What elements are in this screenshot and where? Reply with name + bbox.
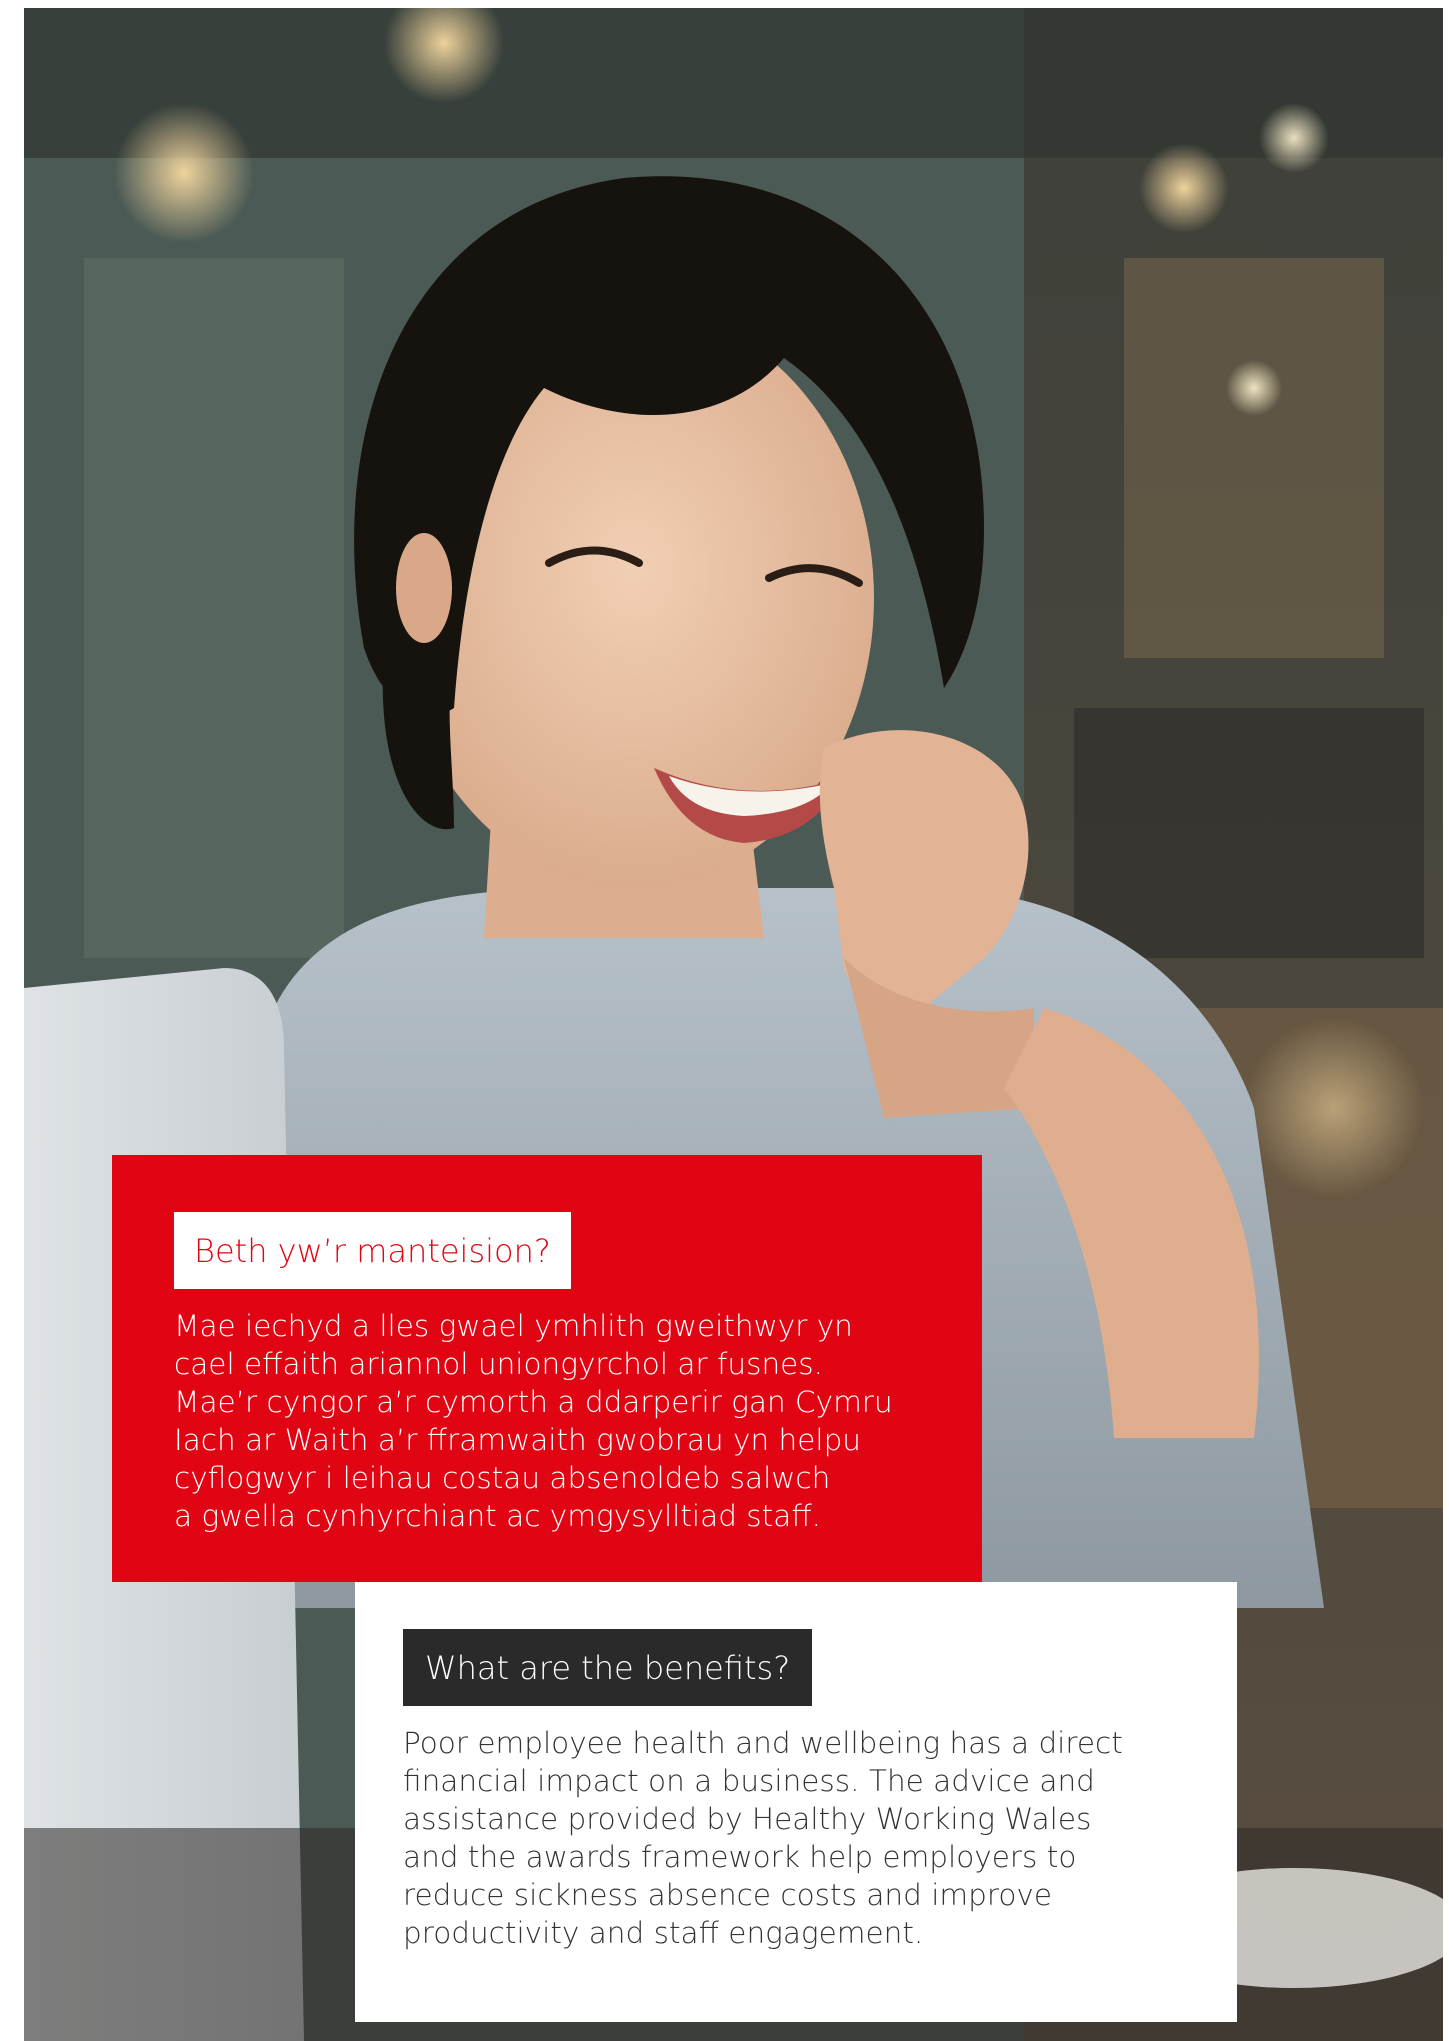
english-body-line: and the awards framework help employers … <box>403 1840 1077 1874</box>
english-benefits-panel: What are the benefits? Poor employee hea… <box>355 1582 1237 2022</box>
welsh-heading: Beth yw’r manteision? <box>194 1231 551 1270</box>
welsh-benefits-panel: Beth yw’r manteision? Mae iechyd a lles … <box>112 1155 982 1582</box>
welsh-body-line: Iach ar Waith a’r fframwaith gwobrau yn … <box>174 1423 861 1457</box>
welsh-heading-box: Beth yw’r manteision? <box>174 1212 571 1289</box>
welsh-body-line: Mae iechyd a lles gwael ymhlith gweithwy… <box>174 1309 853 1343</box>
welsh-body-line: Mae’r cyngor a’r cymorth a ddarperir gan… <box>174 1385 893 1419</box>
english-body-line: productivity and staff engagement. <box>403 1916 924 1950</box>
welsh-body-text: Mae iechyd a lles gwael ymhlith gweithwy… <box>174 1307 944 1535</box>
welsh-body-line: cyflogwyr i leihau costau absenoldeb sal… <box>174 1461 831 1495</box>
english-body-text: Poor employee health and wellbeing has a… <box>403 1724 1203 1952</box>
welsh-body-line: a gwella cynhyrchiant ac ymgysylltiad st… <box>174 1499 822 1533</box>
english-body-line: reduce sickness absence costs and improv… <box>403 1878 1053 1912</box>
english-body-line: assistance provided by Healthy Working W… <box>403 1802 1092 1836</box>
english-body-line: financial impact on a business. The advi… <box>403 1764 1095 1798</box>
english-body-line: Poor employee health and wellbeing has a… <box>403 1726 1123 1760</box>
english-heading-box: What are the benefits? <box>403 1629 813 1706</box>
welsh-body-line: cael effaith ariannol uniongyrchol ar fu… <box>174 1347 824 1381</box>
english-heading: What are the benefits? <box>425 1648 791 1687</box>
